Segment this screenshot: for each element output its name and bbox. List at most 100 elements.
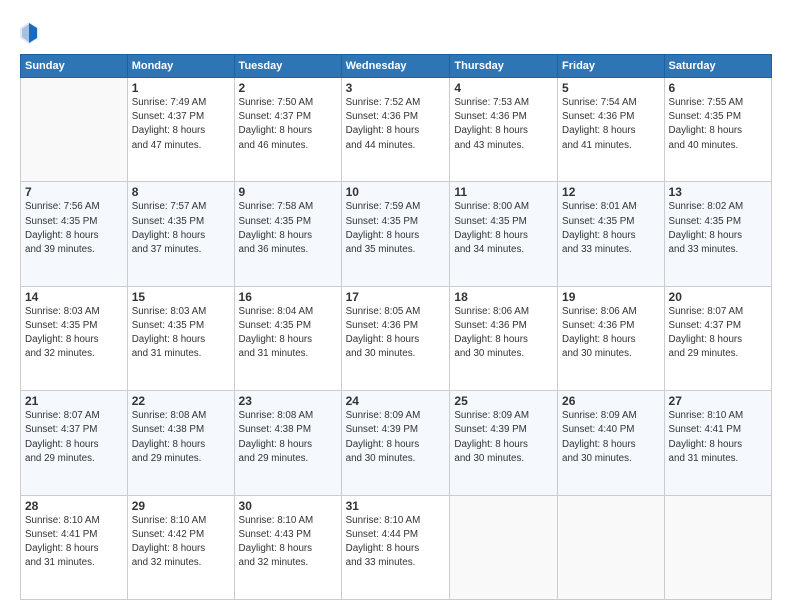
weekday-header-monday: Monday — [127, 55, 234, 78]
day-info: Sunrise: 8:06 AMSunset: 4:36 PMDaylight:… — [562, 305, 660, 362]
day-number: 7 — [25, 185, 123, 199]
day-info: Sunrise: 8:07 AMSunset: 4:37 PMDaylight:… — [25, 409, 123, 466]
calendar-cell: 5Sunrise: 7:54 AMSunset: 4:36 PMDaylight… — [558, 78, 665, 182]
day-info: Sunrise: 8:10 AMSunset: 4:42 PMDaylight:… — [132, 514, 230, 571]
day-info: Sunrise: 8:05 AMSunset: 4:36 PMDaylight:… — [346, 305, 446, 362]
weekday-header-friday: Friday — [558, 55, 665, 78]
day-number: 6 — [669, 81, 767, 95]
day-info: Sunrise: 8:09 AMSunset: 4:39 PMDaylight:… — [454, 409, 553, 466]
day-number: 23 — [239, 394, 337, 408]
day-number: 19 — [562, 290, 660, 304]
calendar-cell: 15Sunrise: 8:03 AMSunset: 4:35 PMDayligh… — [127, 286, 234, 390]
calendar-cell: 1Sunrise: 7:49 AMSunset: 4:37 PMDaylight… — [127, 78, 234, 182]
calendar-cell: 8Sunrise: 7:57 AMSunset: 4:35 PMDaylight… — [127, 182, 234, 286]
day-number: 31 — [346, 499, 446, 513]
day-number: 21 — [25, 394, 123, 408]
day-info: Sunrise: 7:52 AMSunset: 4:36 PMDaylight:… — [346, 96, 446, 153]
calendar-cell: 27Sunrise: 8:10 AMSunset: 4:41 PMDayligh… — [664, 391, 771, 495]
calendar-cell: 14Sunrise: 8:03 AMSunset: 4:35 PMDayligh… — [21, 286, 128, 390]
calendar-week-1: 1Sunrise: 7:49 AMSunset: 4:37 PMDaylight… — [21, 78, 772, 182]
logo-icon — [20, 22, 38, 44]
day-info: Sunrise: 7:49 AMSunset: 4:37 PMDaylight:… — [132, 96, 230, 153]
day-info: Sunrise: 8:10 AMSunset: 4:41 PMDaylight:… — [669, 409, 767, 466]
day-info: Sunrise: 7:56 AMSunset: 4:35 PMDaylight:… — [25, 200, 123, 257]
calendar-cell — [21, 78, 128, 182]
calendar-cell: 23Sunrise: 8:08 AMSunset: 4:38 PMDayligh… — [234, 391, 341, 495]
calendar-week-5: 28Sunrise: 8:10 AMSunset: 4:41 PMDayligh… — [21, 495, 772, 599]
weekday-header-thursday: Thursday — [450, 55, 558, 78]
day-number: 5 — [562, 81, 660, 95]
day-info: Sunrise: 8:01 AMSunset: 4:35 PMDaylight:… — [562, 200, 660, 257]
day-number: 29 — [132, 499, 230, 513]
calendar-week-3: 14Sunrise: 8:03 AMSunset: 4:35 PMDayligh… — [21, 286, 772, 390]
day-number: 17 — [346, 290, 446, 304]
day-info: Sunrise: 8:09 AMSunset: 4:39 PMDaylight:… — [346, 409, 446, 466]
day-number: 9 — [239, 185, 337, 199]
day-number: 11 — [454, 185, 553, 199]
calendar-cell: 10Sunrise: 7:59 AMSunset: 4:35 PMDayligh… — [341, 182, 450, 286]
day-number: 8 — [132, 185, 230, 199]
day-number: 12 — [562, 185, 660, 199]
calendar-cell: 29Sunrise: 8:10 AMSunset: 4:42 PMDayligh… — [127, 495, 234, 599]
calendar-cell: 20Sunrise: 8:07 AMSunset: 4:37 PMDayligh… — [664, 286, 771, 390]
calendar-cell: 11Sunrise: 8:00 AMSunset: 4:35 PMDayligh… — [450, 182, 558, 286]
day-number: 3 — [346, 81, 446, 95]
logo — [20, 22, 42, 44]
calendar-body: 1Sunrise: 7:49 AMSunset: 4:37 PMDaylight… — [21, 78, 772, 600]
header-row: SundayMondayTuesdayWednesdayThursdayFrid… — [21, 55, 772, 78]
calendar-week-4: 21Sunrise: 8:07 AMSunset: 4:37 PMDayligh… — [21, 391, 772, 495]
day-info: Sunrise: 8:03 AMSunset: 4:35 PMDaylight:… — [25, 305, 123, 362]
calendar-cell: 25Sunrise: 8:09 AMSunset: 4:39 PMDayligh… — [450, 391, 558, 495]
calendar-cell — [450, 495, 558, 599]
calendar-cell: 21Sunrise: 8:07 AMSunset: 4:37 PMDayligh… — [21, 391, 128, 495]
day-info: Sunrise: 8:07 AMSunset: 4:37 PMDaylight:… — [669, 305, 767, 362]
day-number: 10 — [346, 185, 446, 199]
day-info: Sunrise: 7:57 AMSunset: 4:35 PMDaylight:… — [132, 200, 230, 257]
calendar-cell: 3Sunrise: 7:52 AMSunset: 4:36 PMDaylight… — [341, 78, 450, 182]
day-number: 13 — [669, 185, 767, 199]
day-number: 28 — [25, 499, 123, 513]
day-info: Sunrise: 8:02 AMSunset: 4:35 PMDaylight:… — [669, 200, 767, 257]
day-info: Sunrise: 8:03 AMSunset: 4:35 PMDaylight:… — [132, 305, 230, 362]
day-number: 27 — [669, 394, 767, 408]
weekday-header-saturday: Saturday — [664, 55, 771, 78]
day-number: 26 — [562, 394, 660, 408]
day-info: Sunrise: 8:06 AMSunset: 4:36 PMDaylight:… — [454, 305, 553, 362]
calendar-cell: 18Sunrise: 8:06 AMSunset: 4:36 PMDayligh… — [450, 286, 558, 390]
day-info: Sunrise: 7:54 AMSunset: 4:36 PMDaylight:… — [562, 96, 660, 153]
calendar-cell: 6Sunrise: 7:55 AMSunset: 4:35 PMDaylight… — [664, 78, 771, 182]
header — [20, 18, 772, 44]
day-number: 1 — [132, 81, 230, 95]
day-info: Sunrise: 7:53 AMSunset: 4:36 PMDaylight:… — [454, 96, 553, 153]
calendar-cell: 12Sunrise: 8:01 AMSunset: 4:35 PMDayligh… — [558, 182, 665, 286]
day-number: 4 — [454, 81, 553, 95]
calendar-cell — [664, 495, 771, 599]
calendar-table: SundayMondayTuesdayWednesdayThursdayFrid… — [20, 54, 772, 600]
calendar-cell: 22Sunrise: 8:08 AMSunset: 4:38 PMDayligh… — [127, 391, 234, 495]
day-info: Sunrise: 8:09 AMSunset: 4:40 PMDaylight:… — [562, 409, 660, 466]
day-info: Sunrise: 8:04 AMSunset: 4:35 PMDaylight:… — [239, 305, 337, 362]
day-info: Sunrise: 7:50 AMSunset: 4:37 PMDaylight:… — [239, 96, 337, 153]
day-info: Sunrise: 7:55 AMSunset: 4:35 PMDaylight:… — [669, 96, 767, 153]
day-number: 2 — [239, 81, 337, 95]
calendar-header: SundayMondayTuesdayWednesdayThursdayFrid… — [21, 55, 772, 78]
calendar-cell: 17Sunrise: 8:05 AMSunset: 4:36 PMDayligh… — [341, 286, 450, 390]
day-info: Sunrise: 8:08 AMSunset: 4:38 PMDaylight:… — [132, 409, 230, 466]
day-number: 25 — [454, 394, 553, 408]
calendar-cell: 7Sunrise: 7:56 AMSunset: 4:35 PMDaylight… — [21, 182, 128, 286]
day-number: 30 — [239, 499, 337, 513]
day-number: 24 — [346, 394, 446, 408]
weekday-header-wednesday: Wednesday — [341, 55, 450, 78]
page: SundayMondayTuesdayWednesdayThursdayFrid… — [0, 0, 792, 612]
calendar-cell: 19Sunrise: 8:06 AMSunset: 4:36 PMDayligh… — [558, 286, 665, 390]
day-info: Sunrise: 8:00 AMSunset: 4:35 PMDaylight:… — [454, 200, 553, 257]
calendar-cell: 16Sunrise: 8:04 AMSunset: 4:35 PMDayligh… — [234, 286, 341, 390]
calendar-cell — [558, 495, 665, 599]
day-info: Sunrise: 8:10 AMSunset: 4:44 PMDaylight:… — [346, 514, 446, 571]
day-number: 22 — [132, 394, 230, 408]
calendar-cell: 2Sunrise: 7:50 AMSunset: 4:37 PMDaylight… — [234, 78, 341, 182]
day-number: 14 — [25, 290, 123, 304]
day-number: 16 — [239, 290, 337, 304]
calendar-week-2: 7Sunrise: 7:56 AMSunset: 4:35 PMDaylight… — [21, 182, 772, 286]
calendar-cell: 24Sunrise: 8:09 AMSunset: 4:39 PMDayligh… — [341, 391, 450, 495]
